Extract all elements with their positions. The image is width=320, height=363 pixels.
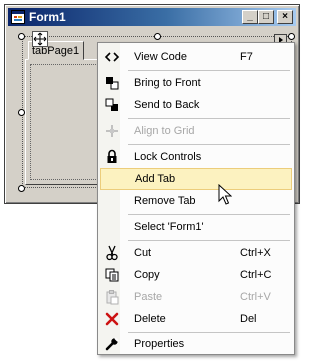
form-app-icon bbox=[11, 10, 25, 24]
menu-label: Bring to Front bbox=[134, 77, 201, 89]
menu-item-view-code[interactable]: View Code F7 bbox=[100, 46, 292, 68]
resize-handle-top-mid[interactable] bbox=[154, 33, 161, 40]
move-handle-icon[interactable] bbox=[32, 31, 48, 47]
menu-separator bbox=[128, 144, 290, 145]
menu-item-align-to-grid[interactable]: Align to Grid bbox=[100, 120, 292, 142]
menu-label: Lock Controls bbox=[134, 151, 202, 163]
menu-shortcut: F7 bbox=[240, 51, 253, 63]
menu-item-lock-controls[interactable]: Lock Controls bbox=[100, 146, 292, 168]
form-title: Form1 bbox=[29, 10, 66, 24]
resize-handle-mid-left[interactable] bbox=[18, 109, 25, 116]
menu-label: Delete bbox=[134, 313, 166, 325]
menu-separator bbox=[128, 70, 290, 71]
menu-item-copy[interactable]: Copy Ctrl+C bbox=[100, 264, 292, 286]
maximize-button[interactable]: □ bbox=[258, 10, 274, 24]
menu-label: Properties bbox=[134, 338, 185, 350]
close-icon: × bbox=[282, 11, 288, 22]
wrench-icon bbox=[105, 337, 119, 351]
menu-shortcut: Ctrl+C bbox=[240, 269, 272, 281]
menu-item-remove-tab[interactable]: Remove Tab bbox=[100, 190, 292, 212]
menu-label: Paste bbox=[134, 291, 163, 303]
designer-context-menu: View Code F7 Bring to Front Send to Back… bbox=[97, 42, 295, 355]
copy-icon bbox=[105, 268, 119, 282]
menu-shortcut: Ctrl+X bbox=[240, 247, 271, 259]
menu-item-bring-to-front[interactable]: Bring to Front bbox=[100, 72, 292, 94]
menu-separator bbox=[128, 118, 290, 119]
menu-label: View Code bbox=[134, 51, 187, 63]
menu-item-delete[interactable]: Delete Del bbox=[100, 308, 292, 330]
resize-handle-top-left[interactable] bbox=[18, 33, 25, 40]
menu-label: Remove Tab bbox=[134, 195, 196, 207]
bring-to-front-icon bbox=[106, 77, 119, 90]
menu-shortcut: Ctrl+V bbox=[240, 291, 271, 303]
resize-handle-bottom-left[interactable] bbox=[18, 185, 25, 192]
menu-separator bbox=[128, 214, 290, 215]
paste-icon bbox=[106, 290, 119, 305]
scissors-icon bbox=[106, 245, 118, 261]
menu-item-add-tab[interactable]: Add Tab bbox=[100, 168, 292, 190]
mouse-cursor-icon bbox=[218, 184, 232, 205]
menu-label: Select 'Form1' bbox=[134, 221, 204, 233]
menu-label: Send to Back bbox=[134, 99, 200, 111]
resize-handle-top-right[interactable] bbox=[288, 33, 295, 40]
menu-label: Add Tab bbox=[135, 173, 176, 185]
menu-label: Align to Grid bbox=[134, 125, 195, 137]
align-to-grid-icon bbox=[106, 125, 118, 137]
menu-item-select-form1[interactable]: Select 'Form1' bbox=[100, 216, 292, 238]
menu-item-cut[interactable]: Cut Ctrl+X bbox=[100, 242, 292, 264]
menu-label: Copy bbox=[134, 269, 160, 281]
menu-item-paste[interactable]: Paste Ctrl+V bbox=[100, 286, 292, 308]
minimize-icon: _ bbox=[247, 11, 253, 22]
menu-item-send-to-back[interactable]: Send to Back bbox=[100, 94, 292, 116]
close-button[interactable]: × bbox=[277, 10, 293, 24]
form-title-bar[interactable]: Form1 _ □ × bbox=[8, 8, 296, 26]
delete-icon bbox=[105, 312, 119, 326]
send-to-back-icon bbox=[105, 98, 118, 111]
view-code-icon bbox=[104, 52, 120, 62]
minimize-button[interactable]: _ bbox=[242, 10, 258, 24]
lock-icon bbox=[107, 149, 117, 163]
menu-label: Cut bbox=[134, 247, 152, 259]
menu-shortcut: Del bbox=[240, 313, 257, 325]
menu-separator bbox=[128, 240, 290, 241]
maximize-icon: □ bbox=[262, 11, 270, 22]
menu-item-properties[interactable]: Properties bbox=[100, 333, 292, 355]
